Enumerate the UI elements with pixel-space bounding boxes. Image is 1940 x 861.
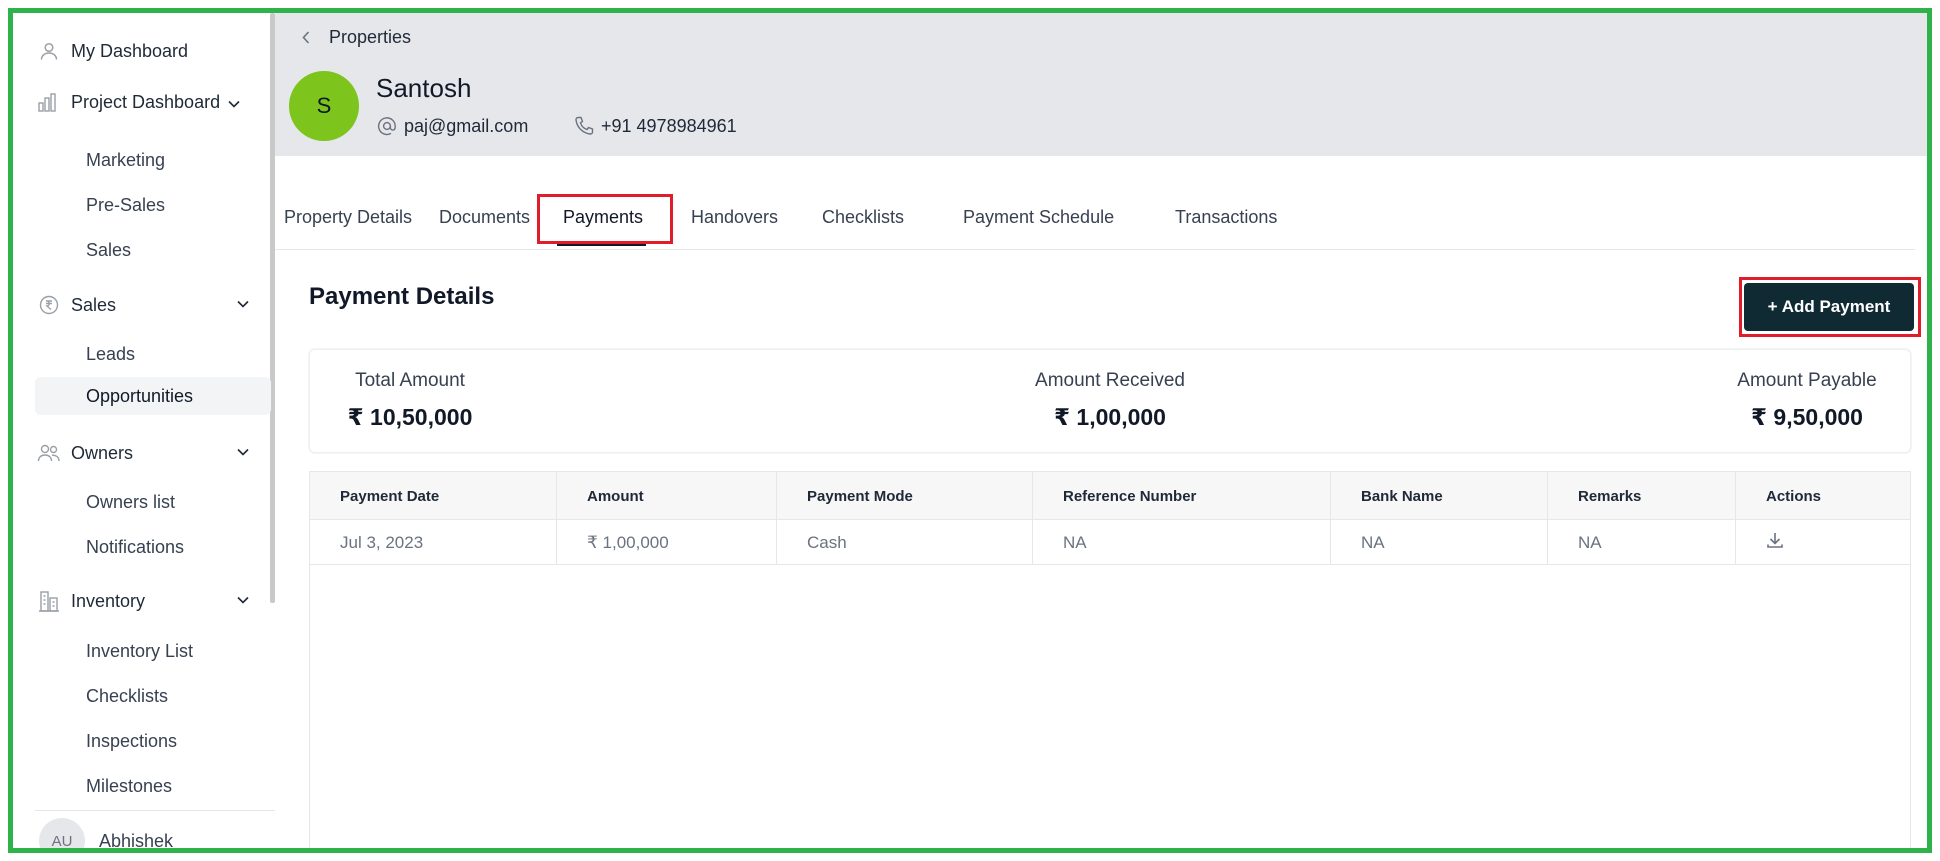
user-name[interactable]: Abhishek bbox=[99, 831, 173, 848]
sidebar-item-leads[interactable]: Leads bbox=[35, 335, 271, 373]
amount-payable-label: Amount Payable bbox=[1737, 370, 1877, 391]
active-tab-indicator bbox=[557, 244, 646, 246]
users-icon bbox=[35, 439, 63, 467]
chevron-down-icon bbox=[228, 92, 240, 113]
chevron-down-icon bbox=[235, 444, 251, 460]
reference-number-cell: NA bbox=[1033, 520, 1331, 565]
sidebar-item-label: My Dashboard bbox=[71, 40, 189, 61]
rupee-icon bbox=[35, 291, 63, 319]
total-amount-block: Total Amount ₹ 10,50,000 bbox=[340, 370, 480, 431]
user-icon bbox=[35, 37, 63, 65]
chevron-down-icon bbox=[235, 296, 251, 312]
user-avatar[interactable]: AU bbox=[39, 818, 85, 848]
chevron-left-icon[interactable] bbox=[297, 29, 315, 47]
customer-phone: +91 4978984961 bbox=[601, 115, 737, 136]
payment-summary-card: Total Amount ₹ 10,50,000 Amount Received… bbox=[309, 349, 1911, 453]
amount-received-block: Amount Received ₹ 1,00,000 bbox=[1022, 370, 1198, 431]
sidebar-item-inventory[interactable]: Inventory bbox=[35, 580, 263, 622]
total-amount-value: ₹ 10,50,000 bbox=[347, 404, 473, 430]
breadcrumb-label[interactable]: Properties bbox=[329, 27, 411, 48]
sidebar-item-my-dashboard[interactable]: My Dashboard bbox=[35, 30, 263, 72]
column-header[interactable]: Remarks bbox=[1548, 472, 1736, 520]
tab-property-details[interactable]: Property Details bbox=[284, 207, 412, 228]
amount-received-label: Amount Received bbox=[1035, 370, 1185, 391]
tabs-divider bbox=[275, 249, 1915, 250]
sidebar-item-label: Sales bbox=[71, 294, 117, 315]
table-row[interactable]: Jul 3, 2023 ₹ 1,00,000 Cash NA NA NA bbox=[310, 520, 1910, 565]
payment-date-cell: Jul 3, 2023 bbox=[310, 520, 557, 565]
building-icon bbox=[35, 587, 63, 615]
sidebar-item-label: Inventory bbox=[71, 590, 146, 611]
table-header: Payment Date Amount Payment Mode Referen… bbox=[310, 472, 1910, 520]
sidebar-item-sales-dashboard[interactable]: Sales bbox=[35, 231, 271, 269]
sidebar-item-notifications[interactable]: Notifications bbox=[35, 528, 271, 566]
tab-transactions[interactable]: Transactions bbox=[1175, 207, 1277, 228]
sidebar-item-milestones[interactable]: Milestones bbox=[35, 767, 271, 805]
sidebar-item-inventory-list[interactable]: Inventory List bbox=[35, 632, 271, 670]
payments-tab-highlight bbox=[537, 194, 673, 244]
total-amount-label: Total Amount bbox=[355, 370, 465, 391]
column-header[interactable]: Bank Name bbox=[1331, 472, 1548, 520]
sidebar-item-label: Owners bbox=[71, 442, 134, 463]
bank-name-cell: NA bbox=[1331, 520, 1548, 565]
column-header[interactable]: Payment Date bbox=[310, 472, 557, 520]
sidebar-item-project-dashboard[interactable]: Project Dashboard bbox=[35, 81, 263, 123]
sidebar-item-owners[interactable]: Owners bbox=[35, 432, 263, 474]
sidebar-item-marketing[interactable]: Marketing bbox=[35, 141, 271, 179]
amount-received-value: ₹ 1,00,000 bbox=[1054, 404, 1166, 430]
sidebar-item-owners-list[interactable]: Owners list bbox=[35, 483, 271, 521]
remarks-cell: NA bbox=[1548, 520, 1736, 565]
sidebar-item-opportunities[interactable]: Opportunities bbox=[35, 377, 271, 415]
bar-chart-icon bbox=[35, 88, 63, 116]
tab-checklists[interactable]: Checklists bbox=[822, 207, 904, 228]
tab-payment-schedule[interactable]: Payment Schedule bbox=[963, 207, 1114, 228]
sidebar-item-inspections[interactable]: Inspections bbox=[35, 722, 271, 760]
breadcrumb[interactable]: Properties bbox=[297, 27, 411, 48]
tab-documents[interactable]: Documents bbox=[439, 207, 530, 228]
column-header[interactable]: Payment Mode bbox=[777, 472, 1033, 520]
column-header[interactable]: Amount bbox=[557, 472, 777, 520]
at-sign-icon bbox=[376, 115, 398, 137]
amount-payable-block: Amount Payable ₹ 9,50,000 bbox=[1722, 370, 1892, 431]
sidebar-item-label: Project Dashboard bbox=[71, 91, 221, 112]
phone-contact: +91 4978984961 bbox=[573, 115, 737, 137]
add-payment-highlight bbox=[1739, 277, 1921, 337]
sidebar-divider bbox=[35, 810, 275, 811]
customer-avatar: S bbox=[289, 71, 359, 141]
customer-header: Properties S Santosh paj@gmail.com +91 4… bbox=[275, 13, 1927, 156]
actions-cell bbox=[1736, 520, 1912, 565]
sidebar-item-pre-sales[interactable]: Pre-Sales bbox=[35, 186, 271, 224]
chevron-down-icon bbox=[235, 592, 251, 608]
email-contact: paj@gmail.com bbox=[376, 115, 528, 137]
download-icon[interactable] bbox=[1766, 531, 1784, 554]
customer-name: Santosh bbox=[376, 73, 472, 103]
sidebar-item-checklists[interactable]: Checklists bbox=[35, 677, 271, 715]
tab-handovers[interactable]: Handovers bbox=[691, 207, 778, 228]
payment-mode-cell: Cash bbox=[777, 520, 1033, 565]
app-frame: My Dashboard Project Dashboard Marketing… bbox=[8, 8, 1932, 853]
main-content: Properties S Santosh paj@gmail.com +91 4… bbox=[275, 13, 1927, 848]
column-header[interactable]: Actions bbox=[1736, 472, 1912, 520]
section-title: Payment Details bbox=[309, 283, 495, 310]
sidebar-item-sales[interactable]: Sales bbox=[35, 284, 263, 326]
amount-payable-value: ₹ 9,50,000 bbox=[1751, 404, 1863, 430]
amount-cell: ₹ 1,00,000 bbox=[557, 520, 777, 565]
customer-email: paj@gmail.com bbox=[404, 115, 529, 136]
column-header[interactable]: Reference Number bbox=[1033, 472, 1331, 520]
payments-table: Payment Date Amount Payment Mode Referen… bbox=[309, 471, 1911, 848]
phone-icon bbox=[573, 115, 595, 137]
sidebar: My Dashboard Project Dashboard Marketing… bbox=[13, 13, 275, 848]
